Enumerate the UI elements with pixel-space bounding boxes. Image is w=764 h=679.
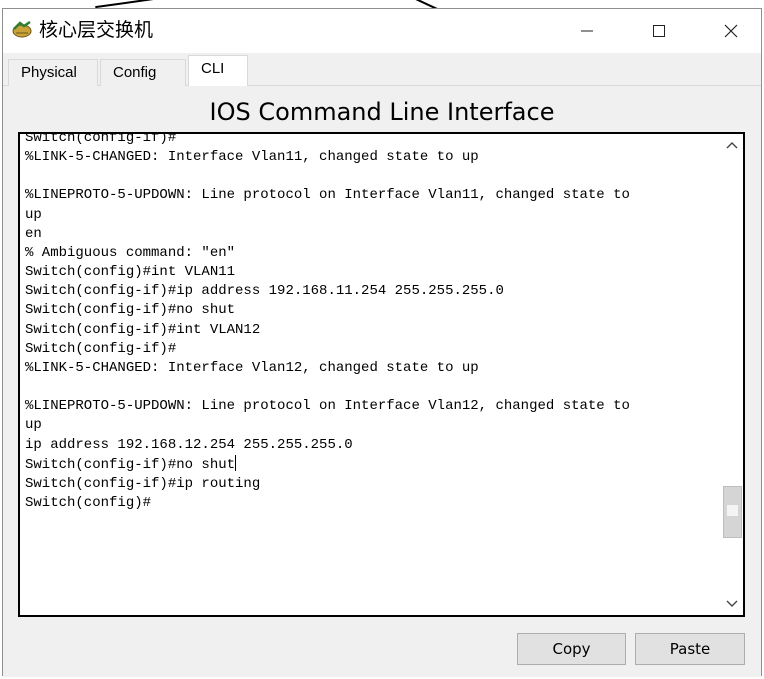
cli-line: Switch(config-if)# bbox=[25, 132, 177, 146]
cli-line: up bbox=[25, 417, 42, 434]
title-bar[interactable]: 核心层交换机 bbox=[3, 9, 761, 53]
scroll-thumb[interactable] bbox=[723, 486, 742, 538]
paste-button[interactable]: Paste bbox=[635, 633, 745, 665]
cli-line: %LINK-5-CHANGED: Interface Vlan12, chang… bbox=[25, 359, 479, 376]
copy-button[interactable]: Copy bbox=[517, 633, 626, 665]
tab-cli[interactable]: CLI bbox=[188, 55, 248, 86]
close-icon bbox=[724, 24, 738, 38]
cli-line: ip address 192.168.12.254 255.255.255.0 bbox=[25, 436, 353, 453]
cli-line: Switch(config-if)#no shut bbox=[25, 302, 236, 319]
window-title: 核心层交换机 bbox=[39, 19, 154, 41]
cli-line: %LINK-5-CHANGED: Interface Vlan11, chang… bbox=[25, 149, 479, 166]
tab-physical[interactable]: Physical bbox=[8, 59, 98, 86]
cli-line: Switch(config-if)#int VLAN12 bbox=[25, 321, 261, 338]
cli-panel: IOS Command Line Interface Switch(config… bbox=[3, 86, 761, 677]
maximize-button[interactable] bbox=[629, 9, 689, 53]
cli-line: %LINEPROTO-5-UPDOWN: Line protocol on In… bbox=[25, 187, 630, 204]
cli-console[interactable]: Switch(config-if)# %LINK-5-CHANGED: Inter… bbox=[18, 132, 745, 617]
cli-line: Switch(config)# bbox=[25, 494, 152, 511]
cli-line: Switch(config)#int VLAN11 bbox=[25, 264, 236, 281]
minimize-button[interactable] bbox=[557, 9, 617, 53]
scroll-down-button[interactable] bbox=[721, 593, 743, 615]
maximize-icon bbox=[653, 25, 665, 37]
cli-line: Switch(config-if)# bbox=[25, 340, 177, 357]
cli-line: %LINEPROTO-5-UPDOWN: Line protocol on In… bbox=[25, 398, 630, 415]
console-scrollbar[interactable] bbox=[721, 134, 743, 615]
device-window: 核心层交换机 Physical Config CLI IOS Command L… bbox=[2, 8, 762, 677]
chevron-down-icon bbox=[726, 600, 738, 607]
cli-line: en bbox=[25, 225, 42, 242]
chevron-up-icon bbox=[726, 142, 738, 149]
cli-line: Switch(config-if)#ip address 192.168.11.… bbox=[25, 283, 504, 300]
cli-line bbox=[25, 378, 715, 397]
cli-line: % Ambiguous command: "en" bbox=[25, 244, 236, 261]
close-button[interactable] bbox=[701, 9, 761, 53]
scroll-up-button[interactable] bbox=[721, 134, 743, 156]
cli-line: Switch(config-if)#ip routing bbox=[25, 475, 261, 492]
tab-bar: Physical Config CLI bbox=[3, 53, 761, 86]
minimize-icon bbox=[581, 30, 593, 32]
background-stroke-left bbox=[95, 0, 155, 9]
packet-tracer-switch-icon bbox=[11, 19, 33, 41]
text-caret bbox=[235, 454, 237, 471]
cli-line bbox=[25, 167, 715, 186]
tab-config[interactable]: Config bbox=[100, 59, 186, 86]
cli-line: Switch(config-if)#no shut bbox=[25, 454, 237, 473]
cli-output[interactable]: Switch(config-if)# %LINK-5-CHANGED: Inter… bbox=[25, 132, 715, 513]
cli-line: up bbox=[25, 206, 42, 223]
cli-heading: IOS Command Line Interface bbox=[209, 98, 555, 126]
